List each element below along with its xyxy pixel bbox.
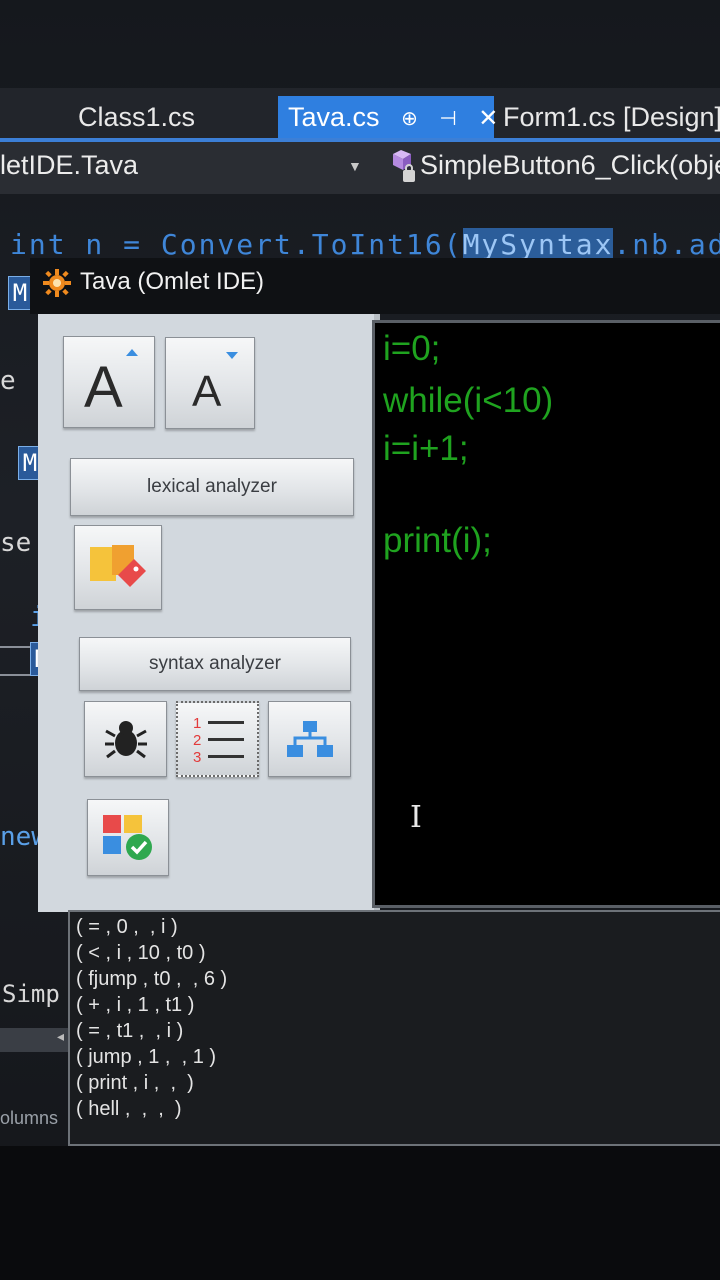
output-line: ( fjump , t0 , , 6 ) [76,968,228,990]
window-title: Tava (Omlet IDE) [80,268,265,295]
text-cursor-icon: I [410,800,422,835]
code-fragment: se [0,528,32,558]
numbered-list-icon: 1 2 3 [193,715,244,765]
tags-icon [90,544,146,587]
bug-icon [104,721,147,759]
pin-icon[interactable]: ⊕ [401,98,418,140]
svg-text:3: 3 [193,749,201,765]
font-glyph: A [192,367,222,416]
status-fragment: olumns [0,1108,59,1128]
close-icon[interactable]: ✕ [478,98,498,140]
editor-line: i=0; [383,329,441,368]
font-glyph: A [84,355,123,420]
chevron-down-icon[interactable]: ▼ [348,158,362,174]
output-line: ( + , i , 1 , t1 ) [76,994,195,1016]
font-decrease-button[interactable]: A [165,337,255,429]
output-line: ( < , i , 10 , t0 ) [76,942,206,964]
hierarchy-button[interactable] [268,701,351,777]
svg-text:1: 1 [193,715,201,732]
output-line: ( jump , 1 , , 1 ) [76,1046,217,1068]
debug-button[interactable] [84,701,167,777]
tab-tava[interactable]: Tava.cs ⊕ ⊣ ✕ [278,96,498,140]
method-cube-icon [393,150,415,182]
desk-background [0,1146,720,1280]
output-line: ( hell , , , ) [76,1098,182,1120]
triangle-up-icon [126,349,138,356]
triangle-down-icon [226,352,238,359]
output-panel[interactable]: ( = , 0 , , i ) ( < , i , 10 , t0 ) ( fj… [68,910,720,1146]
code-fragment: Simp [2,980,60,1008]
code-text: .nb.adr [613,228,720,261]
code-fragment: e [0,366,16,396]
syntax-analyzer-button[interactable]: syntax analyzer [79,637,351,691]
tab-label: Class1.cs [78,102,196,132]
member-dropdown[interactable]: SimpleButton6_Click(objec [420,150,720,181]
tab-label: Form1.cs [Design] [503,102,720,132]
code-peek-line: int n = Convert.ToInt16(MySyntax.nb.adr [10,228,720,261]
output-line: ( = , t1 , , i ) [76,1020,184,1042]
tags-button[interactable] [74,525,162,610]
svg-text:2: 2 [193,732,201,749]
editor-line: while(i<10) [383,381,554,420]
font-increase-button[interactable]: A [63,336,155,428]
highlight-marker: M [8,276,32,310]
editor-line: i=i+1; [383,429,469,468]
tab-class1[interactable]: Class1.cs [78,96,195,138]
tiles-check-button[interactable] [87,799,169,876]
editor-line: print(i); [383,521,492,560]
code-highlight: MySyntax [462,228,614,261]
output-line: ( print , i , , ) [76,1072,194,1094]
dock-icon[interactable]: ⊣ [439,98,456,140]
code-editor[interactable]: i=0; while(i<10) i=i+1; print(i); [372,320,720,908]
sun-gear-icon [43,269,71,297]
hierarchy-icon [286,721,333,757]
input-outline [0,646,34,676]
tab-form1-design[interactable]: Form1.cs [Design] [503,96,720,138]
arrow-left-icon[interactable]: ◂ [57,1028,64,1045]
code-text: int n = Convert.ToInt16( [10,228,463,261]
tiles-check-icon [103,814,152,860]
numbered-list-button[interactable]: 1 2 3 [176,701,259,777]
lexical-analyzer-button[interactable]: lexical analyzer [70,458,354,516]
tab-label: Tava.cs [288,102,380,132]
scrollbar-track[interactable]: ◂ [0,1028,70,1052]
output-line: ( = , 0 , , i ) [76,916,178,938]
namespace-dropdown[interactable]: letIDE.Tava [0,150,138,181]
